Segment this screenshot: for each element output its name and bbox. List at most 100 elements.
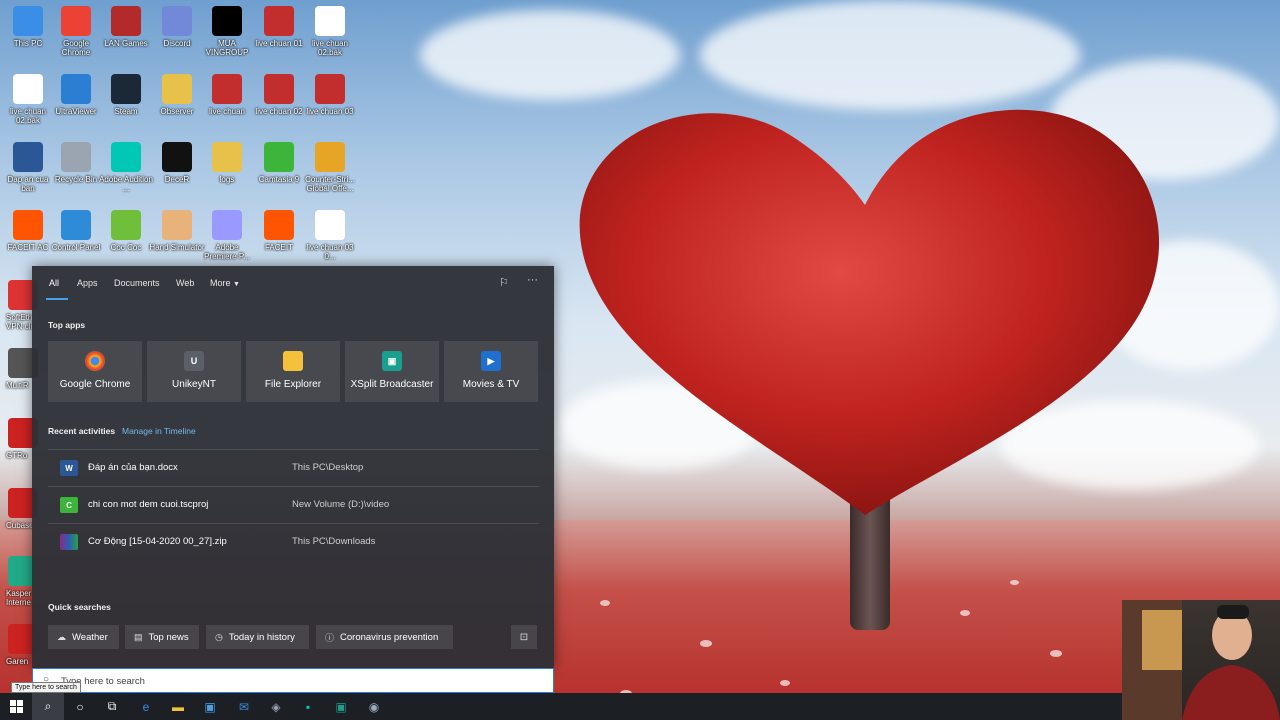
info-icon: ⓘ (325, 632, 335, 643)
desktop-icon[interactable]: live chuan 02 (251, 74, 307, 116)
feedback-icon[interactable]: ⚐ (499, 276, 509, 289)
task-view-icon[interactable]: ⧉ (96, 693, 128, 720)
tab-more[interactable]: More ▼ (210, 278, 240, 288)
black-image-icon (212, 6, 242, 36)
news-icon: ▤ (134, 631, 143, 642)
desktop-icon[interactable]: live chuan (199, 74, 255, 116)
tab-documents[interactable]: Documents (114, 278, 160, 288)
desktop-icon-label: Adobe Audition ... (99, 175, 153, 193)
desktop-icon[interactable]: Coc Coc (98, 210, 154, 252)
active-tab-indicator (46, 298, 68, 300)
desktop-icon[interactable]: Observer (149, 74, 205, 116)
control-panel-icon (61, 210, 91, 240)
desktop-icon[interactable]: Hand Simulator (149, 210, 205, 252)
this-pc-icon (13, 6, 43, 36)
desktop-icon[interactable]: Adobe Premiere P... (199, 210, 255, 261)
tab-web[interactable]: Web (176, 278, 194, 288)
desktop-icon-label: DeceR (164, 175, 190, 184)
desktop-icon[interactable]: Steam (98, 74, 154, 116)
more-options-icon[interactable]: ··· (527, 274, 538, 286)
recent-item-location: This PC\Downloads (292, 536, 376, 547)
desktop-icon[interactable]: live chuan 01 (251, 6, 307, 48)
manage-timeline-link[interactable]: Manage in Timeline (122, 426, 196, 436)
desktop-icon-label: Camtasia 9 (258, 175, 300, 184)
steam-icon[interactable]: ◉ (358, 693, 390, 720)
desktop-icon[interactable]: UltraViewer (48, 74, 104, 116)
cubase-file-icon (264, 74, 294, 104)
recent-item-name: Đáp án của bạn.docx (88, 462, 178, 473)
recent-item[interactable]: Cơ Động [15-04-2020 00_27].zip This PC\D… (48, 523, 539, 560)
search-input[interactable] (59, 672, 543, 691)
top-app-label: File Explorer (264, 379, 322, 390)
top-app-movies-tv[interactable]: ▶ Movies & TV (444, 341, 538, 402)
lan-games-icon (111, 6, 141, 36)
desktop-icon-label: Steam (114, 107, 138, 116)
desktop-icon-label: MUA VINGROUP (205, 39, 249, 57)
chevron-down-icon: ▼ (233, 281, 240, 288)
desktop-icon[interactable]: Counter-Stri... Global Offe... (302, 142, 358, 193)
word-icon: W (60, 460, 78, 476)
desktop-icon[interactable]: MUA VINGROUP (199, 6, 255, 57)
desktop-icon[interactable]: live chuan 03 (302, 74, 358, 116)
quick-search-weather[interactable]: ☁ Weather (48, 625, 119, 649)
quick-search-top-news[interactable]: ▤ Top news (125, 625, 199, 649)
movies-tv-icon: ▶ (481, 351, 501, 371)
quick-search-label: Coronavirus prevention (340, 631, 439, 643)
xsplit-icon[interactable]: ▣ (325, 693, 357, 720)
clock-icon: ◷ (215, 631, 223, 642)
tab-more-label: More (210, 278, 231, 288)
desktop-icon[interactable]: Adobe Audition ... (98, 142, 154, 193)
hand-icon (162, 210, 192, 240)
recent-item[interactable]: C chi con mot dem cuoi.tscproj New Volum… (48, 486, 539, 523)
desktop-icon-label: live chuan 03 (306, 107, 354, 116)
quick-search-today-in-history[interactable]: ◷ Today in history (206, 625, 309, 649)
taskbar-search-box[interactable]: ○ (32, 668, 554, 693)
cortana-icon[interactable]: ○ (64, 693, 96, 720)
desktop-icon-label: live chuan 02 (255, 107, 303, 116)
desktop-icon-label: live chuan 01 (255, 39, 303, 48)
recent-item-name: Cơ Động [15-04-2020 00_27].zip (88, 536, 227, 547)
desktop-icon-label: Coc Coc (110, 243, 142, 252)
screenshot-search-icon[interactable]: ⊡ (511, 625, 537, 649)
tab-apps[interactable]: Apps (77, 278, 98, 288)
desktop-icon[interactable]: Control Panel (48, 210, 104, 252)
faceit-ac-icon (13, 210, 43, 240)
desktop-icon-label: LAN Games (104, 39, 148, 48)
top-app-xsplit-broadcaster[interactable]: ▣ XSplit Broadcaster (345, 341, 439, 402)
tab-all[interactable]: All (49, 278, 59, 288)
desktop-icon[interactable]: Google Chrome (48, 6, 104, 57)
desktop-icon[interactable]: LAN Games (98, 6, 154, 48)
top-app-google-chrome[interactable]: Google Chrome (48, 341, 142, 402)
search-icon[interactable]: ⌕ (32, 693, 64, 720)
chrome-icon (61, 6, 91, 36)
start-search-panel: All Apps Documents Web More ▼ ⚐ ··· Top … (32, 266, 554, 668)
search-tooltip: Type here to search (11, 682, 81, 693)
quick-search-coronavirus[interactable]: ⓘ Coronavirus prevention (316, 625, 453, 649)
top-app-unikeynt[interactable]: U UnikeyNT (147, 341, 241, 402)
windows-start-icon[interactable] (0, 693, 32, 720)
desktop-icon-label: Counter-Stri... Global Offe... (305, 175, 355, 193)
desktop-icon[interactable]: DeceR (149, 142, 205, 184)
top-apps-title: Top apps (48, 320, 86, 330)
game-icon[interactable]: ◈ (260, 693, 292, 720)
file-explorer-icon[interactable]: ▬ (162, 693, 194, 720)
desktop-icon-label: Control Panel (51, 243, 101, 252)
desktop-icon[interactable]: Discord (149, 6, 205, 48)
desktop-icon[interactable]: live chuan 02.bak (302, 6, 358, 57)
desktop-icon[interactable]: Camtasia 9 (251, 142, 307, 184)
recent-item[interactable]: W Đáp án của bạn.docx This PC\Desktop (48, 449, 539, 486)
top-app-file-explorer[interactable]: File Explorer (246, 341, 340, 402)
mail-icon[interactable]: ✉ (228, 693, 260, 720)
audition-icon (111, 142, 141, 172)
store-icon[interactable]: ▣ (194, 693, 226, 720)
desktop-icon[interactable]: FACEIT (251, 210, 307, 252)
audition-icon[interactable]: ▪ (292, 693, 324, 720)
recycle-bin-icon (61, 142, 91, 172)
desktop-icon-label: live chuan 02.bak (311, 39, 349, 57)
edge-icon[interactable]: e (130, 693, 162, 720)
desktop-icon-label: Observer (160, 107, 194, 116)
desktop-icon[interactable]: logs (199, 142, 255, 184)
desktop-icon[interactable]: live chuan 03 0... (302, 210, 358, 261)
camtasia-icon: C (60, 497, 78, 513)
desktop-icon[interactable]: Recycle Bin (48, 142, 104, 184)
